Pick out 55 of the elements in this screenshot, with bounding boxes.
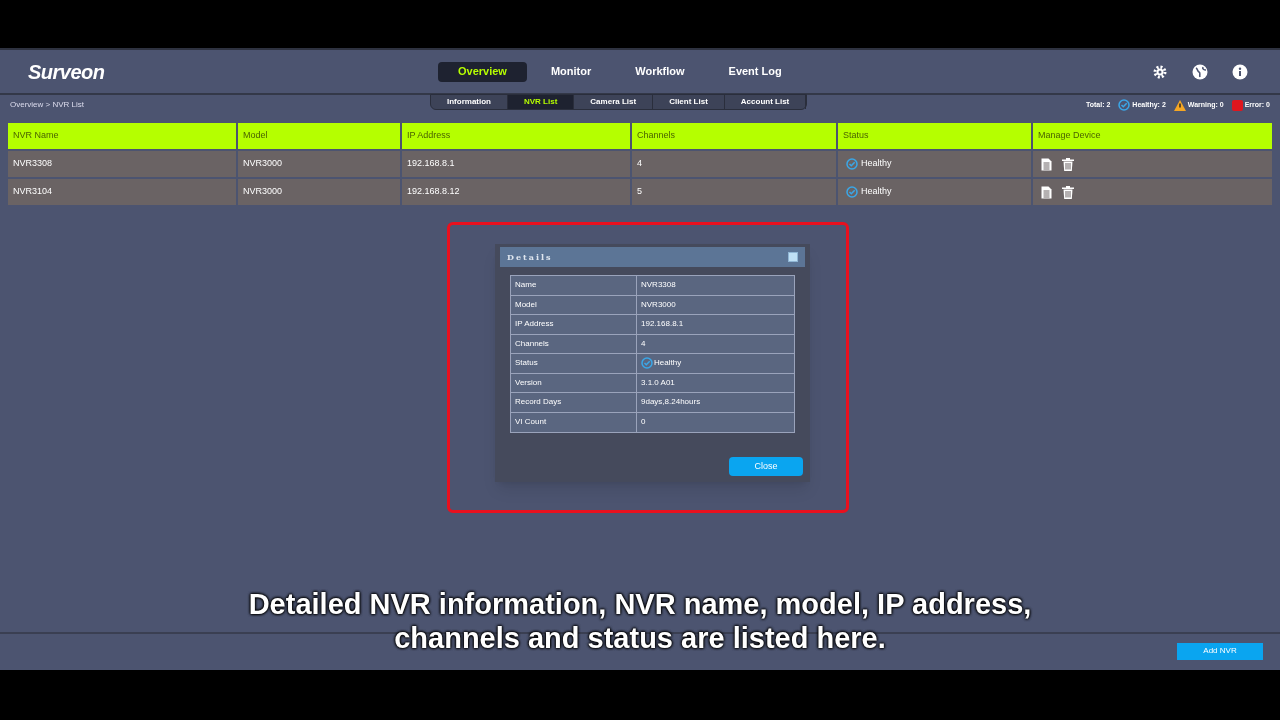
column-header: Status [838, 123, 1031, 149]
column-header: Channels [632, 123, 836, 149]
table-cell: NVR3000 [238, 151, 400, 177]
detail-value: 192.168.8.1 [641, 318, 684, 331]
check-circle-icon [846, 158, 858, 170]
detail-label: VI Count [511, 412, 637, 432]
detail-value: 3.1.0 A01 [641, 376, 675, 389]
dialog-title: Details [507, 251, 553, 263]
detail-value: 9days,8.24hours [641, 396, 701, 409]
detail-label: Status [511, 354, 637, 373]
document-icon[interactable] [1041, 157, 1052, 171]
check-circle-icon [641, 357, 653, 370]
nav-tab[interactable]: Event Log [708, 61, 802, 82]
sub-tab[interactable]: Account List [724, 95, 807, 109]
column-header: NVR Name [8, 123, 236, 149]
subtitle-line: channels and status are listed here. [394, 621, 886, 655]
table-cell: 192.168.8.1 [402, 151, 630, 177]
trash-icon[interactable] [1062, 157, 1074, 171]
table-cell: 4 [632, 151, 836, 177]
document-icon[interactable] [1041, 185, 1052, 199]
nav-tab[interactable]: Monitor [530, 61, 612, 82]
settings-icon[interactable] [1152, 63, 1168, 80]
column-header: Model [238, 123, 400, 149]
detail-label: IP Address [511, 315, 637, 334]
sub-tab[interactable]: NVR List [508, 95, 575, 109]
table-cell: 192.168.8.12 [402, 179, 630, 205]
sub-tab[interactable]: Camera List [574, 95, 654, 109]
detail-value: NVR3308 [641, 279, 676, 292]
detail-value: Healthy [654, 357, 682, 370]
detail-value: 0 [641, 416, 646, 429]
info-icon[interactable] [1232, 63, 1248, 80]
sub-tab[interactable]: Client List [653, 95, 725, 109]
globe-icon[interactable] [1192, 63, 1208, 80]
table-cell: NVR3308 [8, 151, 236, 177]
subtitle-line: Detailed NVR information, NVR name, model, IP address, [248, 587, 1032, 621]
warning-icon [1173, 99, 1186, 111]
nav-tab[interactable]: Overview [438, 61, 527, 82]
logo: Surveon [28, 59, 105, 85]
detail-value: 4 [641, 337, 646, 350]
column-header: Manage Device [1033, 123, 1272, 149]
status-text: Healthy [861, 157, 892, 171]
error-icon [1231, 99, 1243, 111]
column-header: IP Address [402, 123, 630, 149]
check-circle-icon [846, 186, 858, 198]
detail-label: Record Days [511, 393, 637, 412]
check-circle-icon [1118, 99, 1131, 111]
table-cell: NVR3104 [8, 179, 236, 205]
table-cell: NVR3000 [238, 179, 400, 205]
status-text: Healthy [861, 185, 892, 199]
table-cell: 5 [632, 179, 836, 205]
detail-value: NVR3000 [641, 298, 676, 311]
detail-label: Name [511, 276, 637, 295]
breadcrumb: Overview > NVR List [10, 99, 86, 111]
trash-icon[interactable] [1062, 185, 1074, 199]
nav-tab[interactable]: Workflow [615, 61, 705, 82]
